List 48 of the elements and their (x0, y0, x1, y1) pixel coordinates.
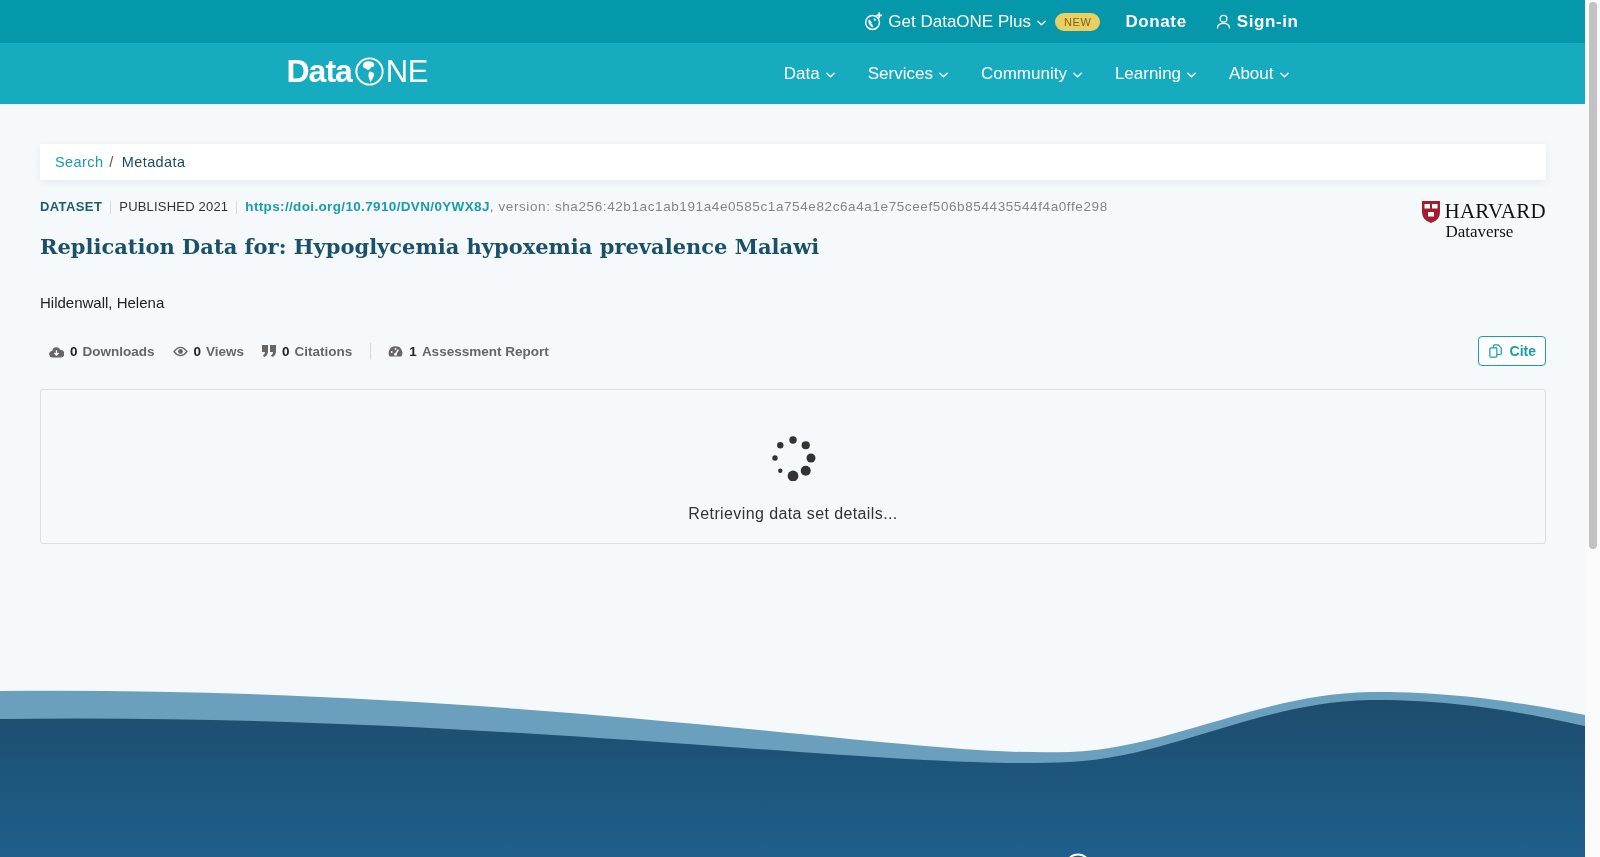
chevron-down-icon (1072, 71, 1082, 78)
chevron-down-icon (1037, 19, 1046, 26)
logo-link[interactable]: Data NE (286, 53, 428, 90)
sign-in-link[interactable]: Sign-in (1215, 11, 1299, 32)
chevron-down-icon (938, 71, 948, 78)
gauge-icon (388, 344, 404, 358)
cite-button[interactable]: Cite (1477, 336, 1546, 366)
stat-count: 1 (409, 343, 417, 359)
dataset-title: Replication Data for: Hypoglycemia hypoxemia prevalence Malawi (40, 233, 821, 261)
doi-link[interactable]: https://doi.org/10.7910/DVN/0YWX8J (245, 199, 490, 215)
loading-message: Retrieving data set details... (688, 504, 898, 524)
chevron-down-icon (825, 71, 835, 78)
copy-icon (1488, 344, 1503, 358)
stat-label: Views (206, 343, 245, 359)
donate-link[interactable]: Donate (1125, 11, 1187, 32)
nav-menu-link[interactable]: About (1229, 63, 1289, 84)
eye-icon (172, 345, 188, 357)
stat-label: Citations (294, 343, 353, 359)
repository-subtitle: Dataverse (1445, 222, 1514, 242)
stat-count: 0 (193, 343, 202, 359)
nav-menu-link[interactable]: Learning (1114, 63, 1197, 84)
breadcrumb-current: Metadata (121, 154, 186, 170)
nav-menu-link[interactable]: Community (980, 63, 1082, 84)
breadcrumb-link[interactable]: Search (55, 154, 104, 170)
shield-icon (1422, 201, 1441, 223)
breadcrumb-separator: / (109, 154, 114, 170)
nav-menu-link[interactable]: Services (867, 63, 948, 84)
dataset-type-label: DATASET (40, 199, 103, 215)
chevron-down-icon (1279, 71, 1289, 78)
chevron-down-icon (1187, 71, 1197, 78)
globe-plus-icon (864, 12, 884, 31)
spinner-icon (770, 435, 816, 481)
globe-icon (354, 57, 384, 86)
user-icon (1215, 14, 1231, 29)
cloud-download-icon (49, 344, 64, 358)
plus-menu-link[interactable]: Get DataONE Plus (864, 11, 1046, 32)
quote-icon (262, 345, 277, 357)
stat-count: 0 (282, 343, 290, 359)
scrollbar-thumb[interactable] (1588, 2, 1597, 549)
stat-label: Assessment Report (421, 343, 549, 359)
stat-label: Downloads (82, 343, 155, 359)
stat-count: 0 (70, 343, 78, 359)
author-name: Hildenwall, Helena (40, 293, 166, 313)
published-label: PUBLISHED 2021 (119, 199, 229, 215)
repository-name: HARVARD (1444, 200, 1546, 222)
new-badge: NEW (1055, 12, 1101, 31)
nav-menu-link[interactable]: Data (783, 63, 835, 84)
version-text: , version: sha256:42b1ac1ab191a4e0585c1a754e82c6a4a1e75ceef506b854435544f4a0ffe298 (489, 199, 1108, 215)
